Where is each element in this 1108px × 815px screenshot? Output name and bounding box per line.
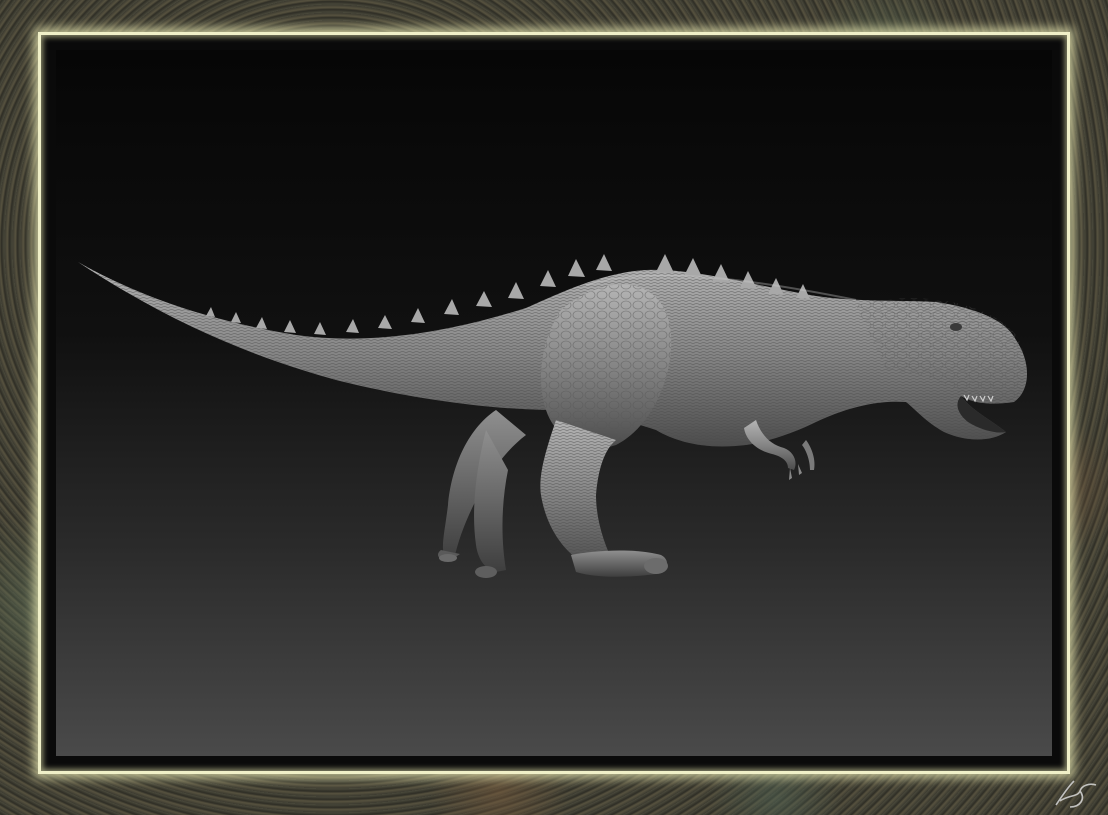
near-hind-leg <box>540 420 668 577</box>
artist-signature-mark <box>1055 780 1097 808</box>
dinosaur-sculpt <box>78 254 1028 578</box>
eye <box>950 323 962 331</box>
